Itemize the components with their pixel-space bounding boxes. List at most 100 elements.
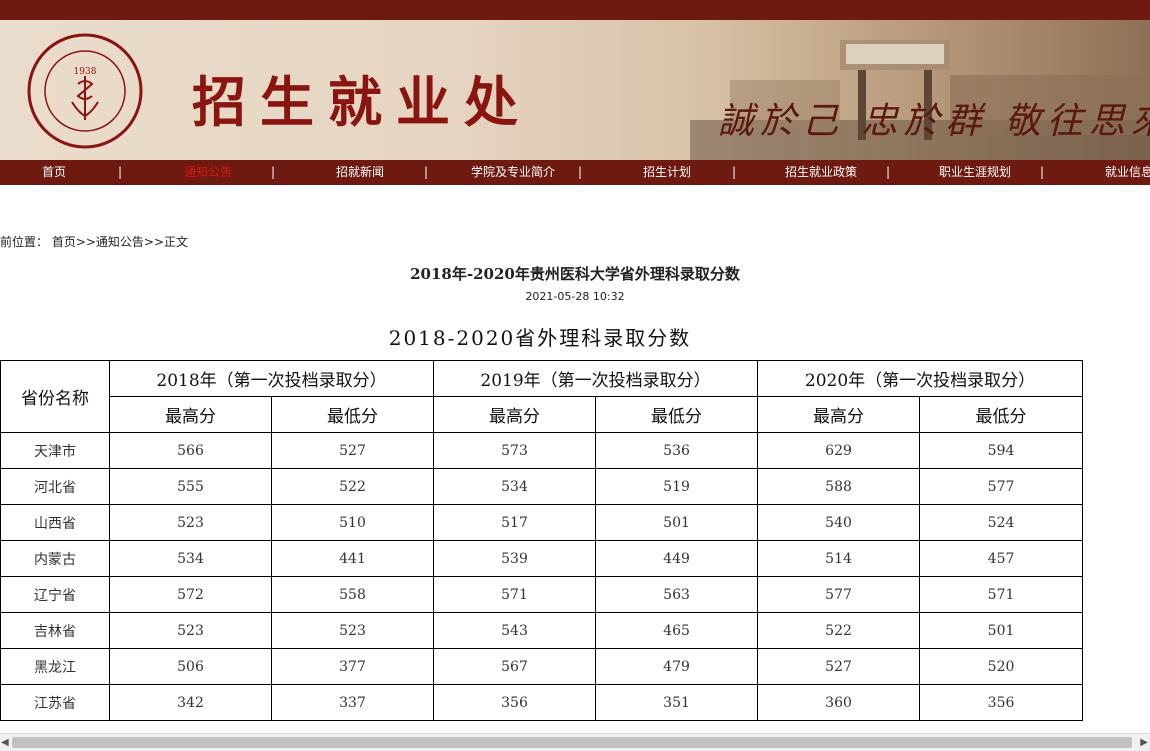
score-cell: 558 — [270, 576, 435, 613]
score-cell: 573 — [433, 432, 597, 469]
province-cell: 辽宁省 — [0, 576, 110, 613]
score-cell: 577 — [757, 576, 921, 613]
score-cell: 536 — [595, 432, 759, 469]
score-cell: 523 — [270, 612, 435, 649]
score-cell: 342 — [109, 684, 272, 721]
score-cell: 555 — [109, 468, 272, 505]
nav-item-notices[interactable]: 通知公告 — [128, 160, 288, 185]
top-bar — [0, 0, 1150, 20]
score-cell: 441 — [270, 540, 435, 577]
nav-separator: | — [886, 165, 891, 179]
score-cell: 479 — [595, 648, 759, 685]
nav-separator: | — [424, 165, 429, 179]
table-row: 河北省 555 522 534 519 588 577 — [0, 468, 1084, 505]
score-cell: 577 — [919, 468, 1084, 505]
header-banner: 1938 招生就业处 誠於己 忠於群 敬往思來 — [0, 20, 1150, 160]
scroll-right-arrow-icon[interactable]: ▶ — [1140, 734, 1148, 751]
breadcrumb: 前位置： 首页>>通知公告>>正文 — [0, 235, 189, 249]
score-cell: 356 — [433, 684, 597, 721]
min-score-header: 最低分 — [919, 396, 1084, 433]
nav-item-employment-info[interactable]: 就业信息 — [1049, 160, 1150, 185]
article-title: 2018年-2020年贵州医科大学省外理科录取分数 — [410, 265, 740, 283]
nav-separator: | — [1040, 165, 1045, 179]
score-cell: 534 — [109, 540, 272, 577]
score-cell: 540 — [757, 504, 921, 541]
nav-separator: | — [271, 165, 276, 179]
table-row: 天津市 566 527 573 536 629 594 — [0, 432, 1084, 469]
score-cell: 449 — [595, 540, 759, 577]
province-header: 省份名称 — [0, 360, 110, 433]
svg-text:1938: 1938 — [74, 67, 97, 77]
score-cell: 510 — [270, 504, 435, 541]
score-cell: 506 — [109, 648, 272, 685]
nav-item-news[interactable]: 招就新闻 — [280, 160, 440, 185]
province-cell: 山西省 — [0, 504, 110, 541]
scores-table: 省份名称 2018年（第一次投档录取分） 2019年（第一次投档录取分） 202… — [0, 360, 1084, 721]
scrollbar-thumb[interactable] — [12, 737, 1132, 748]
score-cell: 337 — [270, 684, 435, 721]
main-nav: 首页 | 通知公告 | 招就新闻 | 学院及专业简介 | 招生计划 | 招生就业… — [0, 160, 1150, 185]
table-title: 2018-2020省外理科录取分数 — [388, 326, 692, 350]
score-cell: 501 — [919, 612, 1084, 649]
min-score-header: 最低分 — [270, 396, 435, 433]
score-cell: 360 — [757, 684, 921, 721]
score-cell: 351 — [595, 684, 759, 721]
site-title: 招生就业处 — [192, 70, 532, 134]
nav-item-colleges-majors[interactable]: 学院及专业简介 — [433, 160, 593, 185]
score-cell: 501 — [595, 504, 759, 541]
province-cell: 内蒙古 — [0, 540, 110, 577]
table-row: 内蒙古 534 441 539 449 514 457 — [0, 540, 1084, 577]
nav-separator: | — [118, 165, 123, 179]
score-cell: 377 — [270, 648, 435, 685]
score-cell: 517 — [433, 504, 597, 541]
year-header-2020: 2020年（第一次投档录取分） — [757, 360, 1084, 397]
province-cell: 吉林省 — [0, 612, 110, 649]
table-row: 江苏省 342 337 356 351 360 356 — [0, 684, 1084, 721]
year-header-2018: 2018年（第一次投档录取分） — [108, 360, 435, 397]
score-cell: 539 — [433, 540, 597, 577]
score-cell: 567 — [433, 648, 597, 685]
nav-item-career-planning[interactable]: 职业生涯规划 — [895, 160, 1055, 185]
table-row: 吉林省 523 523 543 465 522 501 — [0, 612, 1084, 649]
max-score-header: 最高分 — [757, 396, 921, 433]
nav-item-policies[interactable]: 招生就业政策 — [741, 160, 901, 185]
province-cell: 江苏省 — [0, 684, 110, 721]
table-row: 辽宁省 572 558 571 563 577 571 — [0, 576, 1084, 613]
score-cell: 629 — [757, 432, 921, 469]
table-row: 黑龙江 506 377 567 479 527 520 — [0, 648, 1084, 685]
score-cell: 523 — [109, 504, 272, 541]
score-cell: 465 — [595, 612, 759, 649]
province-cell: 黑龙江 — [0, 648, 110, 685]
score-cell: 527 — [757, 648, 921, 685]
score-cell: 588 — [757, 468, 921, 505]
score-rows: 天津市 566 527 573 536 629 594 河北省 555 522 534 519 588 5… — [0, 432, 1084, 721]
score-cell: 523 — [109, 612, 272, 649]
nav-item-enrollment-plan[interactable]: 招生计划 — [587, 160, 747, 185]
score-cell: 457 — [919, 540, 1084, 577]
table-row: 山西省 523 510 517 501 540 524 — [0, 504, 1084, 541]
nav-separator: | — [578, 165, 583, 179]
nav-item-home[interactable]: 首页 — [0, 160, 108, 185]
max-score-header: 最高分 — [433, 396, 597, 433]
score-cell: 571 — [919, 576, 1084, 613]
score-cell: 563 — [595, 576, 759, 613]
score-cell: 566 — [109, 432, 272, 469]
slogan-calligraphy: 誠於己 忠於群 敬往思來 — [718, 101, 1150, 142]
min-score-header: 最低分 — [595, 396, 759, 433]
score-cell: 594 — [919, 432, 1084, 469]
province-cell: 天津市 — [0, 432, 110, 469]
scroll-left-arrow-icon[interactable]: ◀ — [1, 734, 9, 751]
score-cell: 522 — [270, 468, 435, 505]
article-date: 2021-05-28 10:32 — [525, 290, 625, 303]
score-cell: 527 — [270, 432, 435, 469]
nav-separator: | — [732, 165, 737, 179]
score-cell: 356 — [919, 684, 1084, 721]
score-cell: 572 — [109, 576, 272, 613]
score-cell: 524 — [919, 504, 1084, 541]
score-cell: 522 — [757, 612, 921, 649]
province-cell: 河北省 — [0, 468, 110, 505]
university-seal-logo: 1938 — [27, 33, 143, 149]
score-cell: 534 — [433, 468, 597, 505]
horizontal-scrollbar[interactable]: ◀ ▶ — [0, 733, 1150, 751]
score-cell: 571 — [433, 576, 597, 613]
